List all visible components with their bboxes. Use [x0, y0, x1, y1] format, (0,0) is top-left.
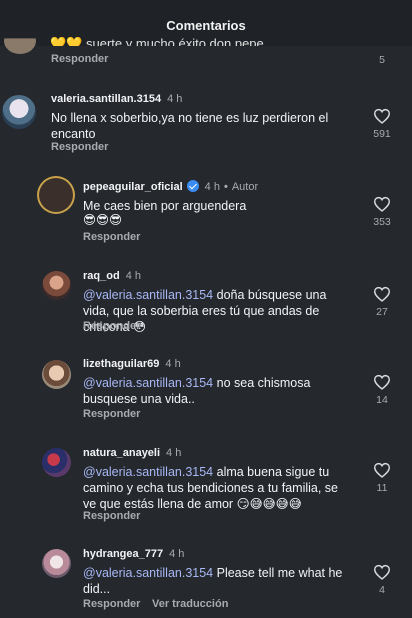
like-count: 14	[376, 394, 388, 406]
author-label: Autor	[231, 181, 259, 193]
like-button[interactable]: 353	[367, 196, 397, 228]
username[interactable]: pepeaguilar_oficial	[83, 181, 183, 193]
username[interactable]: natura_anayeli	[83, 447, 160, 459]
reply-button[interactable]: Responder	[83, 231, 140, 243]
comment-username[interactable]: natura_anayeli 4 h	[83, 447, 181, 459]
reply-button[interactable]: Responder	[51, 141, 108, 153]
reply-button[interactable]: Responder	[83, 598, 140, 610]
like-count: 27	[376, 306, 388, 318]
reply-button[interactable]: Responder	[51, 53, 108, 65]
like-button[interactable]: 14	[367, 374, 397, 406]
comment-username[interactable]: pepeaguilar_oficial 4 h • Autor	[83, 180, 258, 193]
mention-link[interactable]: @valeria.santillan.3154	[83, 288, 213, 302]
separator-dot: •	[223, 181, 228, 193]
comment-time: 4 h	[125, 270, 141, 282]
verified-badge-icon	[186, 180, 199, 192]
comment-text: @valeria.santillan.3154 no sea chismosa …	[83, 375, 353, 407]
heart-outline-icon[interactable]	[373, 108, 391, 124]
comment-time: 4 h	[165, 358, 181, 370]
avatar[interactable]	[42, 271, 71, 300]
heart-outline-icon[interactable]	[373, 286, 391, 302]
like-count-wrapper: 5	[367, 50, 397, 66]
mention-link[interactable]: @valeria.santillan.3154	[83, 465, 213, 479]
like-button[interactable]: 4	[367, 564, 397, 596]
heart-outline-icon[interactable]	[373, 564, 391, 580]
comment-username[interactable]: valeria.santillan.3154 4 h	[51, 93, 182, 105]
username[interactable]: lizethaguilar69	[83, 358, 159, 370]
like-count: 11	[376, 482, 388, 494]
heart-outline-icon[interactable]	[373, 196, 391, 212]
comment-time: 4 h	[167, 93, 183, 105]
username[interactable]: raq_od	[83, 270, 120, 282]
see-translation-button[interactable]: Ver traducción	[152, 598, 228, 610]
comment-text: 💛💛 suerte y mucho éxito don pepe	[50, 36, 264, 46]
comment-time: 4 h	[166, 447, 182, 459]
mention-link[interactable]: @valeria.santillan.3154	[83, 566, 213, 580]
like-count: 591	[373, 128, 391, 140]
username[interactable]: valeria.santillan.3154	[51, 93, 161, 105]
comment-time: 4 h	[204, 181, 220, 193]
like-button[interactable]: 27	[367, 286, 397, 318]
reply-button[interactable]: Responder	[83, 408, 140, 420]
avatar[interactable]	[42, 448, 71, 477]
comment-username[interactable]: hydrangea_777 4 h	[83, 548, 184, 560]
comment-time: 4 h	[169, 548, 185, 560]
like-button[interactable]: 11	[367, 462, 397, 494]
username[interactable]: hydrangea_777	[83, 548, 163, 560]
like-count: 353	[373, 216, 391, 228]
header-title: Comentarios	[166, 18, 246, 33]
comment-text: No llena x soberbio,ya no tiene es luz p…	[51, 111, 329, 141]
comment-text: @valeria.santillan.3154 alma buena sigue…	[83, 464, 353, 512]
comment-username[interactable]: lizethaguilar69 4 h	[83, 358, 181, 370]
like-count: 4	[379, 584, 385, 596]
comment-text: @valeria.santillan.3154 Please tell me w…	[83, 565, 353, 597]
comment-username[interactable]: raq_od 4 h	[83, 270, 141, 282]
comment-emoji-line: 😎😎😎	[83, 213, 123, 227]
like-button[interactable]: 591	[367, 108, 397, 140]
reply-button[interactable]: Responder	[83, 510, 140, 522]
heart-outline-icon[interactable]	[373, 462, 391, 478]
heart-outline-icon[interactable]	[373, 374, 391, 390]
like-count: 5	[379, 54, 385, 66]
avatar[interactable]	[2, 95, 36, 129]
mention-link[interactable]: @valeria.santillan.3154	[83, 376, 213, 390]
avatar[interactable]	[42, 360, 71, 389]
reply-button[interactable]: Responder	[83, 320, 140, 332]
avatar[interactable]	[42, 549, 71, 578]
avatar[interactable]	[39, 178, 73, 212]
